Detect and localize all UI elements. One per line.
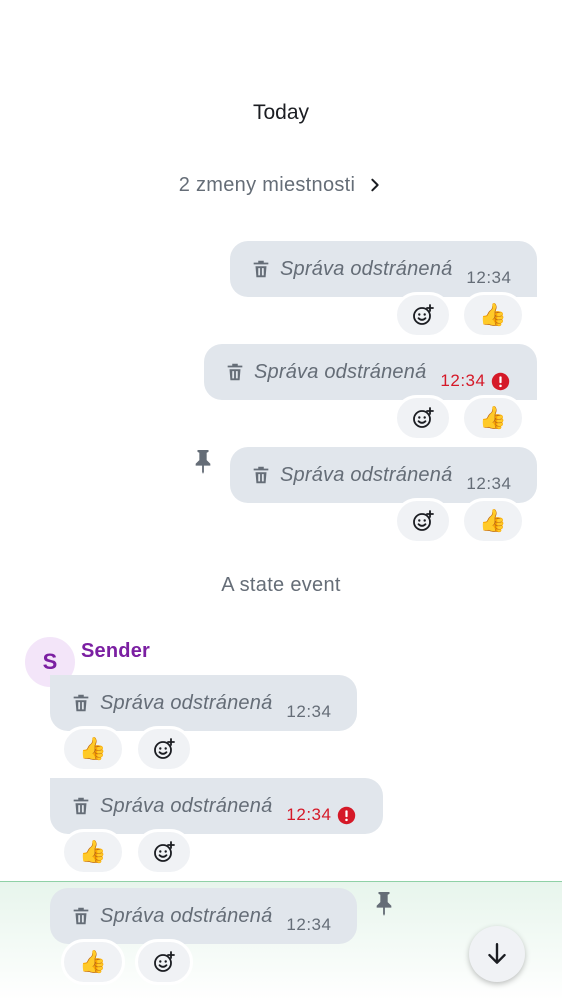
room-changes-label: 2 zmeny miestnosti [178,173,356,196]
message-timestamp-error: 12:34 [440,371,486,390]
trash-icon [73,907,89,925]
trash-icon [253,260,269,278]
arrow-down-icon [488,943,506,964]
pin-icon [376,892,392,916]
trash-icon [73,694,89,712]
add-reaction-icon [154,738,175,759]
reaction-thumbs-up[interactable]: 👍 [461,498,525,544]
add-reaction-button[interactable] [135,829,193,875]
message-text: Správa odstránená [254,360,427,383]
message-bubble[interactable]: Správa odstránená 12:34 [204,344,537,400]
message-timestamp: 12:34 [286,702,332,721]
chevron-right-icon [371,178,379,192]
add-reaction-icon [413,304,434,325]
message-text: Správa odstránená [280,463,453,486]
reaction-emoji: 👍 [479,508,507,533]
message-text: Správa odstránená [100,904,273,927]
message-bubble[interactable]: Správa odstránená 12:34 [230,447,537,503]
message-bubble[interactable]: Správa odstránená 12:34 [50,778,383,834]
add-reaction-button[interactable] [394,292,452,338]
room-changes-button[interactable]: 2 zmeny miestnosti [0,170,562,200]
error-icon[interactable] [491,372,510,391]
add-reaction-icon [154,841,175,862]
error-icon[interactable] [337,806,356,825]
message-bubble[interactable]: Správa odstránená 12:34 [230,241,537,297]
reaction-thumbs-up[interactable]: 👍 [461,292,525,338]
add-reaction-button[interactable] [135,726,193,772]
reaction-emoji: 👍 [79,949,107,974]
reaction-emoji: 👍 [479,405,507,430]
trash-icon [227,363,243,381]
avatar-initial: S [42,649,58,674]
message-text: Správa odstránená [280,257,453,280]
message-text: Správa odstránená [100,691,273,714]
date-separator: Today [252,101,310,124]
message-timestamp: 12:34 [466,268,512,287]
reaction-emoji: 👍 [79,839,107,864]
add-reaction-icon [154,951,175,972]
reaction-emoji: 👍 [79,736,107,761]
reaction-thumbs-up[interactable]: 👍 [61,939,125,985]
sender-name[interactable]: Sender [81,640,150,663]
message-bubble[interactable]: Správa odstránená 12:34 [50,675,357,731]
add-reaction-icon [413,510,434,531]
add-reaction-button[interactable] [135,939,193,985]
add-reaction-button[interactable] [394,498,452,544]
trash-icon [73,797,89,815]
reaction-thumbs-up[interactable]: 👍 [61,829,125,875]
message-timestamp: 12:34 [286,915,332,934]
pin-icon [195,450,211,474]
trash-icon [253,466,269,484]
scroll-to-bottom-button[interactable] [469,926,525,982]
state-event: A state event [221,574,341,596]
reaction-emoji: 👍 [479,302,507,327]
message-timestamp-error: 12:34 [286,805,332,824]
message-timestamp: 12:34 [466,474,512,493]
message-text: Správa odstránená [100,794,273,817]
reaction-thumbs-up[interactable]: 👍 [61,726,125,772]
add-reaction-icon [413,407,434,428]
message-bubble[interactable]: Správa odstránená 12:34 [50,888,357,944]
add-reaction-button[interactable] [394,395,452,441]
timeline-screen: Today 2 zmeny miestnosti Správa odstráne… [0,0,562,1000]
reaction-thumbs-up[interactable]: 👍 [461,395,525,441]
